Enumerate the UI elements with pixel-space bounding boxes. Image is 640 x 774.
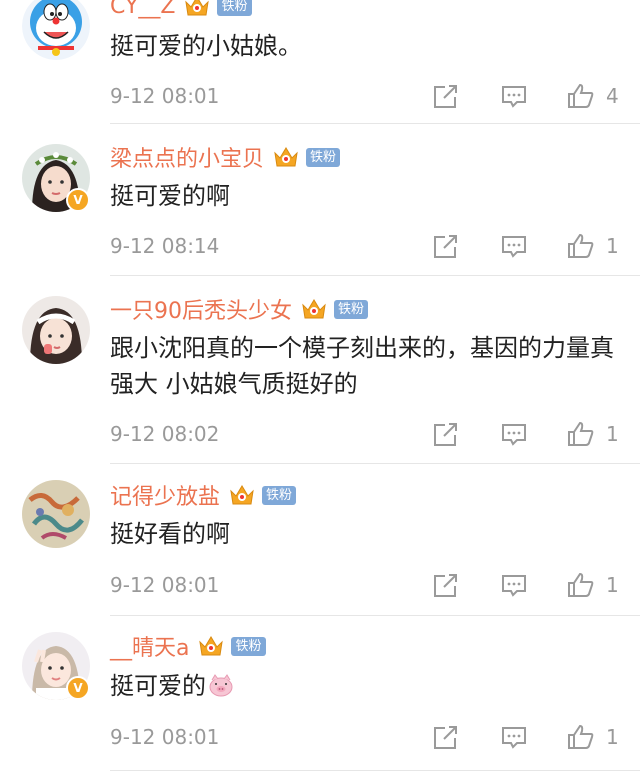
comment-icon[interactable] [500,231,528,261]
comment-header: __晴天a 铁粉 [110,631,266,661]
like-count: 4 [606,84,619,108]
username-link[interactable]: 记得少放盐 [110,479,220,511]
comment-text: 跟小沈阳真的一个模子刻出来的，基因的力量真强大 小姑娘气质挺好的 [110,334,614,398]
comment-time: 9-12 08:01 [110,84,220,108]
painting-avatar-icon[interactable] [22,480,90,548]
pig-face-emoji-icon [208,672,234,708]
girl-headband-avatar-icon[interactable] [22,296,90,364]
share-icon[interactable] [432,81,460,111]
doraemon-avatar-icon[interactable] [22,0,90,60]
fan-badge: 铁粉 [334,299,369,319]
like-count: 1 [606,573,619,597]
username-link[interactable]: 梁点点的小宝贝 [110,141,264,173]
comment-time: 9-12 08:02 [110,422,220,446]
verified-badge-icon: V [66,676,90,700]
crown-badge-icon [197,633,225,659]
comment-header: 梁点点的小宝贝 铁粉 [110,141,341,173]
comment-header: 一只90后秃头少女 铁粉 [110,293,369,325]
share-icon[interactable] [432,419,460,449]
divider [110,770,640,771]
comment-header: CY__Z 铁粉 [110,0,252,21]
comment-item: 记得少放盐 铁粉 挺好看的啊 9-12 08:01 1 [0,464,640,616]
share-icon[interactable] [432,722,460,752]
fan-badge: 铁粉 [217,0,252,16]
comment-item: V 梁点点的小宝贝 铁粉 挺可爱的啊 9-12 08:14 1 [0,124,640,276]
verified-badge-icon: V [66,188,90,212]
username-link[interactable]: __晴天a [110,630,189,662]
comment-icon[interactable] [500,419,528,449]
comment-item: CY__Z 铁粉 挺可爱的小姑娘。 9-12 08:01 4 [0,0,640,124]
comment-icon[interactable] [500,81,528,111]
comment-time: 9-12 08:01 [110,725,220,749]
username-link[interactable]: 一只90后秃头少女 [110,293,292,325]
crown-badge-icon [228,482,256,508]
thumbs-up-icon[interactable] [566,419,596,449]
comment-text: 挺可爱的 [110,672,206,700]
comment-text-row: 挺可爱的 [110,668,620,708]
comment-text: 挺可爱的小姑娘。 [110,32,302,60]
fan-badge: 铁粉 [231,636,266,656]
comment-text: 挺可爱的啊 [110,182,230,210]
crown-badge-icon [272,144,300,170]
like-count: 1 [606,725,619,749]
thumbs-up-icon[interactable] [566,722,596,752]
like-count: 1 [606,422,619,446]
comment-text: 挺好看的啊 [110,520,230,548]
share-icon[interactable] [432,570,460,600]
thumbs-up-icon[interactable] [566,570,596,600]
thumbs-up-icon[interactable] [566,81,596,111]
like-count: 1 [606,234,619,258]
comment-meta: 9-12 08:14 1 [0,231,640,261]
comment-time: 9-12 08:01 [110,573,220,597]
comment-meta: 9-12 08:01 1 [0,722,640,752]
crown-badge-icon [183,0,211,19]
comment-meta: 9-12 08:01 4 [0,81,640,111]
comment-meta: 9-12 08:02 1 [0,419,640,449]
crown-badge-icon [300,296,328,322]
fan-badge: 铁粉 [306,147,341,167]
comment-icon[interactable] [500,722,528,752]
username-link[interactable]: CY__Z [110,0,175,19]
thumbs-up-icon[interactable] [566,231,596,261]
comment-item: 一只90后秃头少女 铁粉 跟小沈阳真的一个模子刻出来的，基因的力量真强大 小姑娘… [0,276,640,464]
fan-badge: 铁粉 [262,485,297,505]
comment-time: 9-12 08:14 [110,234,220,258]
comment-meta: 9-12 08:01 1 [0,570,640,600]
share-icon[interactable] [432,231,460,261]
comment-icon[interactable] [500,570,528,600]
comment-item: V __晴天a 铁粉 挺可爱的 9-12 08:01 1 [0,616,640,774]
comment-header: 记得少放盐 铁粉 [110,479,297,511]
